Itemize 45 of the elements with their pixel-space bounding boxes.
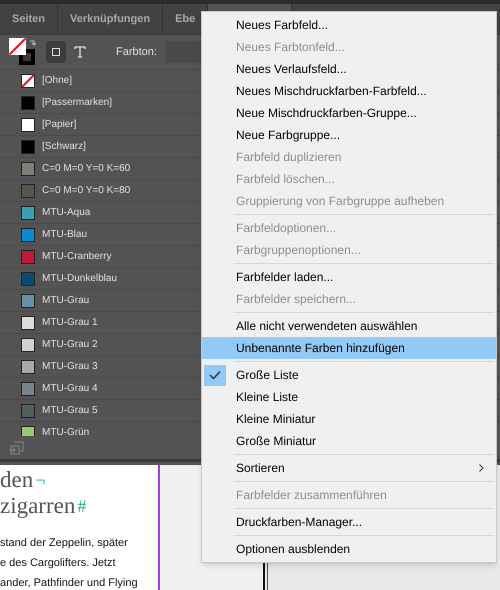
menu-item[interactable]: Neue Farbgruppe... xyxy=(202,124,496,146)
swatch-name: MTU-Grau 4 xyxy=(42,382,98,396)
swatch-name: MTU-Grün xyxy=(42,426,90,436)
hidden-character-mark: # xyxy=(77,495,86,518)
swatch-name: [Papier] xyxy=(42,118,76,132)
swatch-name: MTU-Dunkelblau xyxy=(42,272,118,286)
menu-item[interactable]: Farbfelder laden... xyxy=(202,266,496,288)
swatch-name: MTU-Grau 2 xyxy=(42,338,98,352)
menu-item[interactable]: Große Liste xyxy=(202,364,496,386)
menu-item[interactable]: Neue Mischdruckfarben-Gruppe... xyxy=(202,102,496,124)
swatch-name: [Ohne] xyxy=(42,74,72,88)
container-toggle[interactable] xyxy=(46,41,66,63)
swatch-name: [Passermarken] xyxy=(42,96,112,110)
swatch-name: MTU-Grau 3 xyxy=(42,360,98,374)
swatch-name: MTU-Grau 5 xyxy=(42,404,98,418)
import-swatches-icon[interactable] xyxy=(10,440,24,454)
hidden-character-mark: ¬ xyxy=(35,469,46,492)
swatch-name: C=0 M=0 Y=0 K=60 xyxy=(42,162,130,176)
menu-item[interactable]: Neues Mischdruckfarben-Farbfeld... xyxy=(202,80,496,102)
heading-text: zigarren xyxy=(0,493,76,519)
menu-item[interactable]: Große Miniatur xyxy=(202,430,496,452)
menu-item[interactable]: Kleine Miniatur xyxy=(202,408,496,430)
fill-stroke-icon[interactable] xyxy=(8,37,38,67)
menu-item[interactable]: Druckfarben-Manager... xyxy=(202,511,496,533)
swatch-name: C=0 M=0 Y=0 K=80 xyxy=(42,184,130,198)
tint-label: Farbton: xyxy=(116,44,157,60)
swatch-name: MTU-Grau 1 xyxy=(42,316,98,330)
menu-item[interactable]: Sortieren xyxy=(202,457,496,479)
menu-item[interactable]: Neues Verlaufsfeld... xyxy=(202,58,496,80)
heading-text: den xyxy=(0,467,34,493)
swatch-name: [Schwarz] xyxy=(42,140,86,154)
panel-tab[interactable]: Verknüpfungen xyxy=(58,4,164,35)
swatch-name: MTU-Blau xyxy=(42,228,88,242)
menu-item[interactable]: Alle nicht verwendeten auswählen xyxy=(202,315,496,337)
menu-item[interactable]: Kleine Liste xyxy=(202,386,496,408)
menu-item[interactable]: Optionen ausblenden xyxy=(202,538,496,560)
body-text: stand der Zeppelin, später xyxy=(0,536,129,551)
swatch-name: MTU-Grau xyxy=(42,294,90,308)
text-format-icon[interactable] xyxy=(74,46,86,58)
body-text: e des Cargolifters. Jetzt xyxy=(0,556,117,571)
swatch-name: MTU-Aqua xyxy=(42,206,90,220)
panel-tab[interactable]: Seiten xyxy=(0,4,58,35)
swatch-name: MTU-Cranberry xyxy=(42,250,112,264)
menu-item[interactable]: Unbenannte Farben hinzufügen xyxy=(202,337,496,359)
body-text: ander, Pathfinder und Flying xyxy=(0,576,139,590)
